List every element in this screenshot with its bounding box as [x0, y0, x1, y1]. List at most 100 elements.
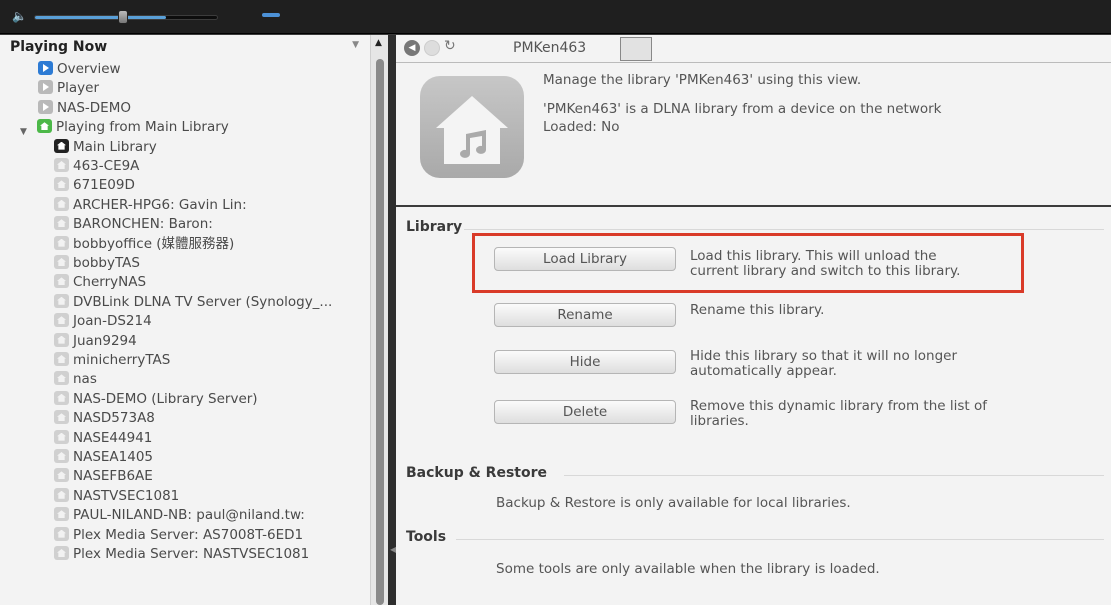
section-divider [456, 539, 1104, 540]
tree-item-label: ARCHER-HPG6: Gavin Lin: [73, 196, 247, 213]
library-icon [54, 274, 69, 289]
tree-item[interactable]: DVBLink DLNA TV Server (Synology_... [54, 293, 332, 311]
volume-slider-fill [35, 16, 167, 19]
loaded-status: Loaded: No [543, 119, 620, 135]
tree-item-label: bobbyTAS [73, 255, 140, 271]
tree-item[interactable]: PAUL-NILAND-NB: paul@niland.tw: [54, 506, 305, 524]
tree-item[interactable]: NAS-DEMO [38, 99, 131, 117]
library-icon [54, 332, 69, 347]
tree-item[interactable]: nas [54, 370, 97, 388]
tree-header: Playing Now ▼ [10, 39, 365, 57]
load-library-desc: Load this library. This will unload the … [690, 248, 961, 279]
library-info-pane: ◀ ↻ PMKen463 Manage the library 'PMKen46… [396, 35, 1111, 205]
tree-item[interactable]: Overview [38, 60, 121, 78]
forward-icon[interactable] [424, 40, 440, 56]
hide-button[interactable]: Hide [494, 350, 676, 374]
expand-arrow-icon[interactable]: ▼ [20, 127, 27, 137]
tree-item[interactable]: NAS-DEMO (Library Server) [54, 390, 258, 408]
tree-item[interactable]: Juan9294 [54, 332, 137, 350]
tree-item[interactable]: Main Library [54, 138, 157, 156]
load-library-button[interactable]: Load Library [494, 247, 676, 271]
section-divider [564, 475, 1104, 476]
tree-item-label: Juan9294 [73, 332, 137, 349]
library-icon [54, 390, 69, 405]
tree-item-label: DVBLink DLNA TV Server (Synology_... [73, 293, 333, 310]
play-icon [38, 61, 53, 75]
delete-button[interactable]: Delete [494, 400, 676, 424]
position-marker[interactable] [262, 13, 280, 17]
tree-item[interactable]: NASEFB6AE [54, 467, 153, 485]
tree-item[interactable]: Playing from Main Library [37, 118, 229, 136]
tools-info: Some tools are only available when the l… [496, 561, 880, 577]
manage-text: Manage the library 'PMKen463' using this… [543, 72, 862, 88]
backup-info: Backup & Restore is only available for l… [496, 495, 851, 511]
scroll-up-icon[interactable]: ▲ [375, 38, 382, 48]
tree-item-label: Plex Media Server: NASTVSEC1081 [73, 546, 310, 562]
tree-item-label: Plex Media Server: AS7008T-6ED1 [73, 526, 304, 543]
backup-section-title: Backup & Restore [406, 465, 547, 481]
dlna-text: 'PMKen463' is a DLNA library from a devi… [543, 101, 942, 117]
volume-slider-handle[interactable] [118, 10, 128, 24]
tree-item[interactable]: bobbyoffice (媒體服務器) [54, 235, 234, 253]
tree-item[interactable]: BARONCHEN: Baron: [54, 215, 213, 233]
play-icon [38, 99, 53, 114]
play-icon [38, 80, 53, 95]
home-icon [54, 138, 69, 153]
tree-item[interactable]: Joan-DS214 [54, 312, 152, 330]
tree-item-label: Player [57, 80, 100, 97]
tree-item-label: NASD573A8 [73, 410, 155, 427]
tree-item[interactable]: CherryNAS [54, 273, 146, 291]
tree-item-label: NASE44941 [73, 429, 153, 446]
scrollbar-thumb[interactable] [376, 59, 384, 605]
tree-item[interactable]: NASD573A8 [54, 409, 155, 427]
tree-item[interactable]: Player [38, 79, 99, 97]
tree-item-label: 463-CE9A [73, 158, 140, 174]
library-icon [54, 293, 69, 308]
tree-item-label: Joan-DS214 [73, 313, 152, 330]
library-icon [54, 235, 69, 250]
speaker-icon[interactable]: 🔈 [12, 9, 30, 23]
tree-item-label: Playing from Main Library [56, 119, 229, 136]
tree-item[interactable]: ARCHER-HPG6: Gavin Lin: [54, 196, 247, 214]
tree-item[interactable]: Plex Media Server: AS7008T-6ED1 [54, 526, 303, 544]
tree-item-label: NASEA1405 [73, 449, 154, 465]
tree-item[interactable]: NASEA1405 [54, 448, 153, 466]
library-home-icon [420, 76, 524, 178]
library-icon [54, 196, 69, 211]
tree-item[interactable]: bobbyTAS [54, 254, 140, 272]
library-icon [54, 507, 69, 522]
tab-library[interactable]: PMKen463 [501, 35, 616, 63]
tree-item[interactable]: NASE44941 [54, 429, 152, 447]
panel-splitter[interactable] [388, 35, 396, 605]
tree-item[interactable]: minicherryTAS [54, 351, 170, 369]
section-divider [464, 229, 1104, 230]
tree-item-label: minicherryTAS [73, 352, 171, 368]
tree-scrollbar[interactable]: ▲ [370, 35, 388, 605]
back-icon[interactable]: ◀ [404, 40, 420, 56]
tree-item-label: Overview [57, 61, 121, 77]
rename-button[interactable]: Rename [494, 303, 676, 327]
tree-item[interactable]: 463-CE9A [54, 157, 139, 175]
tools-section-title: Tools [406, 529, 447, 545]
chevron-down-icon[interactable]: ▼ [352, 40, 359, 50]
tree-item-label: BARONCHEN: Baron: [73, 216, 213, 233]
refresh-icon[interactable]: ↻ [444, 38, 456, 54]
library-icon [54, 313, 69, 328]
library-icon [54, 487, 69, 502]
library-icon [54, 158, 69, 172]
library-section-title: Library [406, 219, 463, 235]
library-icon [54, 410, 69, 425]
home-icon [37, 119, 52, 134]
tree-item[interactable]: NASTVSEC1081 [54, 487, 179, 505]
tab-divider [396, 62, 1111, 63]
library-icon [54, 526, 69, 541]
new-tab-button[interactable] [620, 37, 652, 61]
tree-item[interactable]: Plex Media Server: NASTVSEC1081 [54, 545, 309, 563]
tree-item[interactable]: 671E09D [54, 176, 135, 194]
tree-item-label: bobbyoffice (媒體服務器) [73, 235, 235, 252]
tree-title: Playing Now [10, 39, 108, 55]
library-view: ◀ ↻ PMKen463 Manage the library 'PMKen46… [396, 35, 1111, 605]
library-icon [54, 216, 69, 231]
tree-item-label: NASEFB6AE [73, 468, 153, 485]
delete-desc: Remove this dynamic library from the lis… [690, 398, 988, 429]
